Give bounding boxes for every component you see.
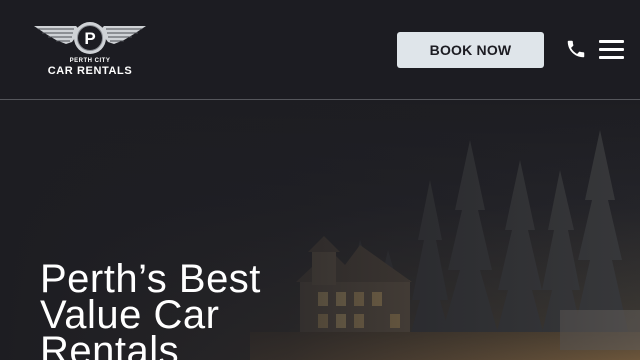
winged-emblem-icon: P bbox=[34, 22, 146, 54]
hamburger-menu-icon[interactable] bbox=[599, 39, 625, 61]
phone-icon[interactable] bbox=[565, 38, 587, 60]
emblem-letter: P bbox=[84, 29, 95, 48]
logo-tagline: PERTH CITY bbox=[69, 58, 111, 64]
logo-wordmark: CAR RENTALS bbox=[47, 65, 133, 77]
hero-section: Perth’s Best Value Car Rentals bbox=[0, 100, 640, 360]
logo[interactable]: P PERTH CITY CAR RENTALS bbox=[32, 20, 152, 80]
hero-title: Perth’s Best Value Car Rentals bbox=[40, 257, 261, 360]
site-header: P PERTH CITY CAR RENTALS BOOK NOW bbox=[0, 0, 640, 100]
book-now-button[interactable]: BOOK NOW bbox=[397, 32, 544, 68]
